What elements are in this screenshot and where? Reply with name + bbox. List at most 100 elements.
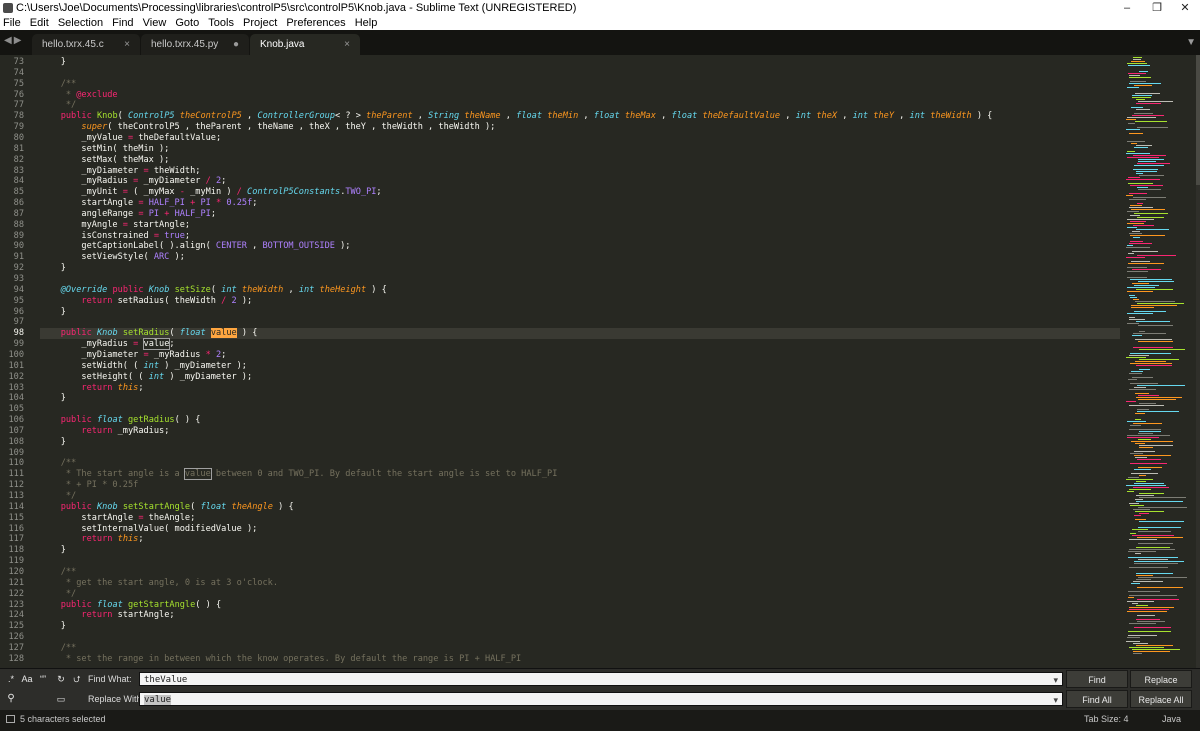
code-line[interactable]: setMax( theMax ); — [40, 155, 169, 166]
vertical-scrollbar[interactable] — [1196, 55, 1200, 669]
minimap-line — [1127, 223, 1144, 224]
code-line[interactable]: */ — [40, 491, 76, 502]
code-token: ( — [210, 284, 222, 295]
tab-nav-arrows-icon[interactable]: ◀▶ — [4, 35, 23, 46]
code-line[interactable]: * set the range in between which the kno… — [40, 654, 521, 665]
code-line[interactable]: return startAngle; — [40, 610, 174, 621]
menu-help[interactable]: Help — [352, 16, 381, 30]
replace-input[interactable]: value ▾ — [139, 692, 1063, 706]
code-line[interactable]: /** — [40, 79, 77, 90]
tab-hello-txrx-py[interactable]: hello.txrx.45.py ● — [141, 34, 249, 55]
panel-toggle-icon[interactable] — [6, 715, 15, 723]
code-line[interactable]: } — [40, 545, 66, 556]
code-line[interactable]: myAngle = startAngle; — [40, 220, 190, 231]
code-line[interactable]: * + PI * 0.25f — [40, 480, 138, 491]
find-input[interactable]: theValue ▾ — [139, 672, 1063, 686]
code-line[interactable]: } — [40, 307, 66, 318]
code-line[interactable]: } — [40, 621, 66, 632]
code-line[interactable]: _myRadius = _myDiameter / 2; — [40, 176, 226, 187]
code-line[interactable]: setInternalValue( modifiedValue ); — [40, 524, 257, 535]
code-line[interactable]: */ — [40, 589, 76, 600]
code-line[interactable]: * @exclude — [40, 90, 118, 101]
code-line[interactable]: _myValue = theDefaultValue; — [40, 133, 221, 144]
code-line[interactable]: } — [40, 393, 66, 404]
minimap[interactable] — [1122, 55, 1196, 669]
code-line[interactable]: startAngle = theAngle; — [40, 513, 195, 524]
find-button[interactable]: Find — [1066, 670, 1128, 688]
code-line[interactable]: setMin( theMin ); — [40, 144, 169, 155]
code-line[interactable]: @Override public Knob setSize( int theWi… — [40, 285, 387, 296]
regex-toggle-icon[interactable]: .* — [4, 672, 18, 686]
code-token: 0.25f — [226, 198, 253, 209]
line-number: 96 — [13, 306, 24, 317]
menu-project[interactable]: Project — [240, 16, 280, 30]
tab-knob-java[interactable]: Knob.java × — [250, 34, 360, 55]
close-window-button[interactable]: ✕ — [1170, 0, 1200, 16]
code-token: , — [412, 111, 429, 122]
menu-view[interactable]: View — [140, 16, 170, 30]
menu-selection[interactable]: Selection — [55, 16, 106, 30]
code-line[interactable]: setViewStyle( ARC ); — [40, 252, 185, 263]
code-line[interactable]: } — [40, 57, 66, 68]
minimap-line — [1137, 385, 1185, 386]
code-line[interactable]: } — [40, 263, 66, 274]
replace-button[interactable]: Replace — [1130, 670, 1192, 688]
find-history-dropdown-icon[interactable]: ▾ — [1053, 673, 1058, 687]
minimap-line — [1130, 205, 1142, 206]
code-line[interactable]: return this; — [40, 534, 143, 545]
scrollbar-thumb[interactable] — [1196, 55, 1200, 185]
replace-history-dropdown-icon[interactable]: ▾ — [1053, 693, 1058, 707]
in-selection-toggle-icon[interactable]: ⮍ — [70, 672, 84, 686]
replace-all-button[interactable]: Replace All — [1130, 690, 1192, 708]
preserve-case-toggle-icon[interactable]: ⚲ — [4, 692, 18, 706]
tab-list-dropdown-icon[interactable]: ▼ — [1186, 37, 1196, 48]
code-line[interactable]: public float getStartAngle( ) { — [40, 600, 221, 611]
code-line[interactable]: * get the start angle, 0 is at 3 o'clock… — [40, 578, 278, 589]
code-line[interactable]: public Knob setRadius( float value ) { — [40, 328, 1120, 340]
menu-edit[interactable]: Edit — [27, 16, 52, 30]
tab-hello-txrx-c[interactable]: hello.txrx.45.c × — [32, 34, 140, 55]
code-line[interactable]: /** — [40, 567, 77, 578]
code-line[interactable]: _myRadius = value; — [40, 338, 175, 351]
code-line[interactable]: isConstrained = true; — [40, 231, 190, 242]
code-line[interactable]: public Knob( ControlP5 theControlP5 , Co… — [40, 111, 993, 122]
code-line[interactable]: public Knob setStartAngle( float theAngl… — [40, 502, 294, 513]
code-line[interactable]: setHeight( ( int ) _myDiameter ); — [40, 372, 252, 383]
code-line[interactable]: public float getRadius( ) { — [40, 415, 201, 426]
code-line[interactable]: /** — [40, 643, 77, 654]
code-line[interactable]: angleRange = PI + HALF_PI; — [40, 209, 216, 220]
menu-tools[interactable]: Tools — [205, 16, 237, 30]
code-line[interactable]: return this; — [40, 383, 143, 394]
code-line[interactable]: getCaptionLabel( ).align( CENTER , BOTTO… — [40, 241, 350, 252]
tab-size-indicator[interactable]: Tab Size: 4 — [1084, 710, 1129, 729]
menu-preferences[interactable]: Preferences — [283, 16, 348, 30]
menu-file[interactable]: File — [0, 16, 24, 30]
whole-word-toggle-icon[interactable]: “” — [36, 672, 50, 686]
code-line[interactable]: return setRadius( theWidth / 2 ); — [40, 296, 252, 307]
restore-button[interactable]: ❐ — [1142, 0, 1172, 16]
highlight-matches-toggle-icon[interactable]: ▭ — [54, 692, 68, 706]
editor-pane[interactable]: 73 74 75 76 77 78 79 80 81 82 83 84 85 86 87 88 89 90 91 92… — [0, 55, 1200, 669]
menu-find[interactable]: Find — [109, 16, 136, 30]
tab-dirty-icon[interactable]: ● — [233, 34, 239, 55]
tab-close-icon[interactable]: × — [344, 34, 350, 55]
code-line[interactable]: } — [40, 437, 66, 448]
wrap-toggle-icon[interactable]: ↻ — [54, 672, 68, 686]
code-line[interactable]: * The start angle is a value between 0 a… — [40, 468, 557, 481]
minimize-button[interactable]: – — [1112, 0, 1142, 16]
code-area[interactable]: } /** * @exclude */ public Knob( Control… — [40, 55, 1120, 669]
code-line[interactable]: return _myRadius; — [40, 426, 169, 437]
find-all-button[interactable]: Find All — [1066, 690, 1128, 708]
code-line[interactable]: setWidth( ( int ) _myDiameter ); — [40, 361, 247, 372]
menu-goto[interactable]: Goto — [172, 16, 202, 30]
case-sensitive-toggle-icon[interactable]: Aa — [20, 672, 34, 686]
syntax-indicator[interactable]: Java — [1162, 710, 1181, 729]
tab-close-icon[interactable]: × — [124, 34, 130, 55]
code-line[interactable]: super( theControlP5 , theParent , theNam… — [40, 122, 495, 133]
code-line[interactable]: */ — [40, 100, 76, 111]
code-line[interactable]: _myDiameter = _myRadius * 2; — [40, 350, 226, 361]
code-line[interactable]: _myUnit = ( _myMax - _myMin ) / ControlP… — [40, 187, 381, 198]
code-line[interactable]: _myDiameter = theWidth; — [40, 166, 200, 177]
code-line[interactable]: /** — [40, 458, 77, 469]
code-line[interactable]: startAngle = HALF_PI + PI * 0.25f; — [40, 198, 257, 209]
